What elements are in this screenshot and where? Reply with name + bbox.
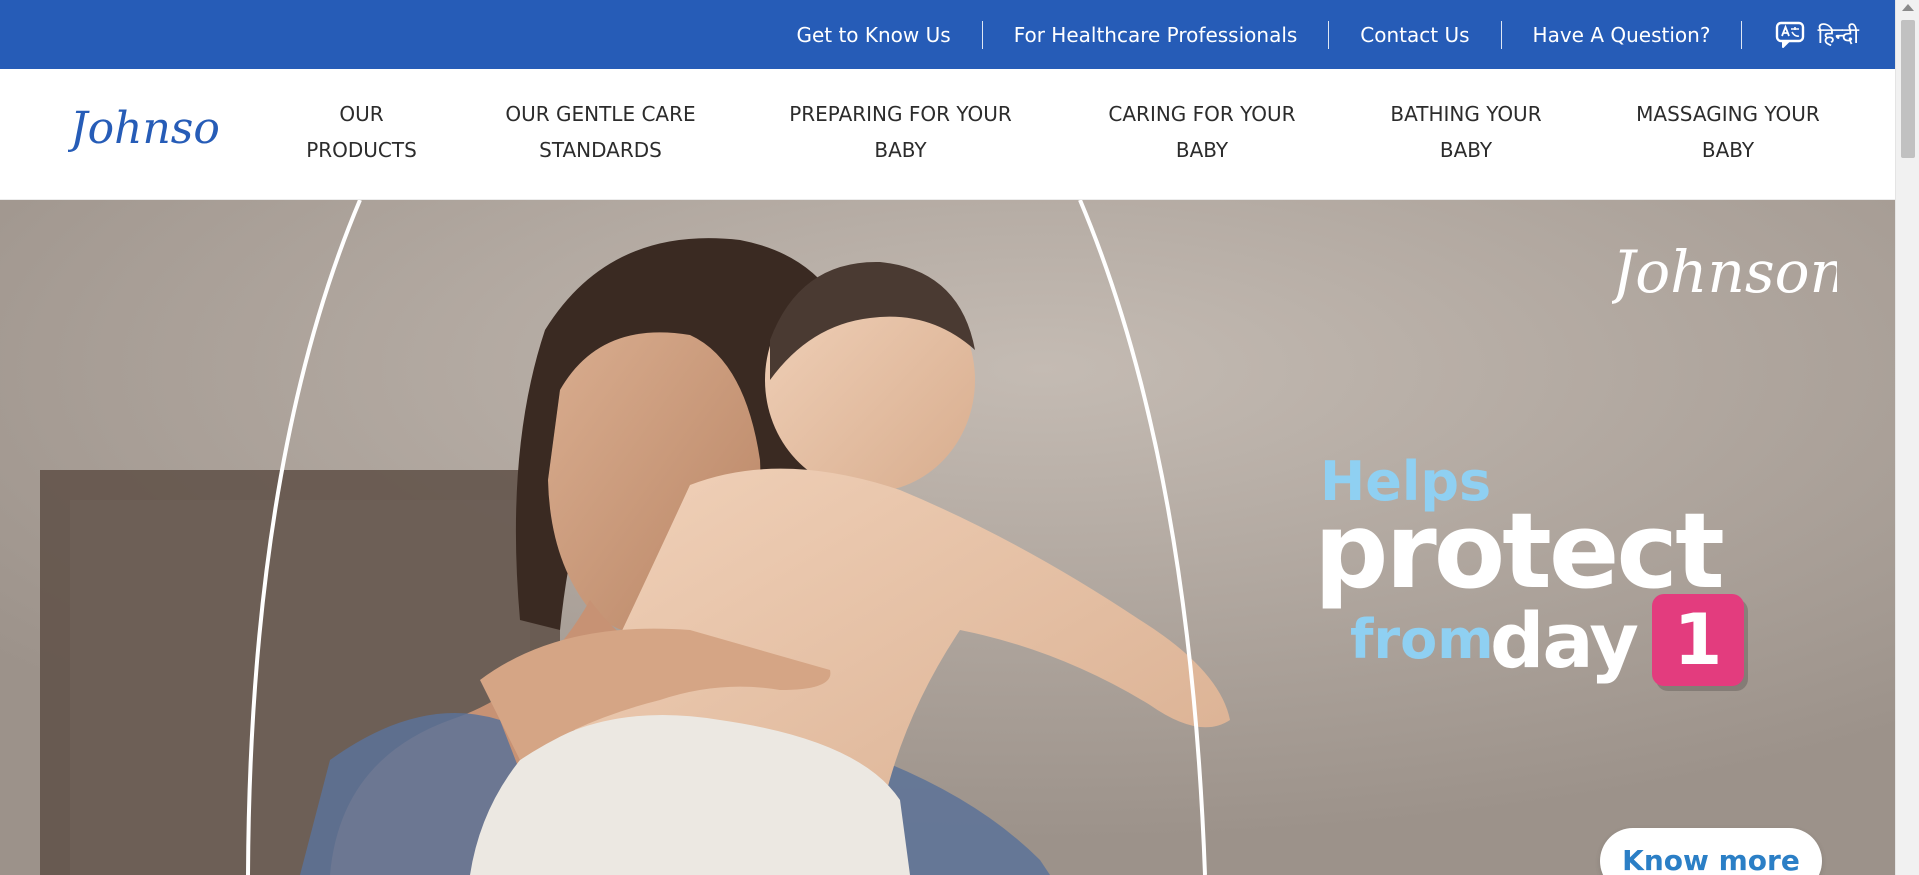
johnsons-logo[interactable]: Johnson's: [68, 97, 223, 163]
have-a-question-link[interactable]: Have A Question?: [1502, 23, 1742, 47]
headline-from: from: [1350, 608, 1494, 671]
nav-label-line: PREPARING FOR YOUR: [789, 102, 1012, 126]
headline-day: day: [1490, 596, 1639, 685]
language-label: हिन्दी: [1817, 23, 1859, 49]
healthcare-professionals-link[interactable]: For Healthcare Professionals: [983, 23, 1329, 47]
nav-label-line: BABY: [874, 138, 927, 162]
brand-logo-text: Johnson's: [68, 103, 223, 154]
nav-label-line: MASSAGING YOUR: [1636, 102, 1820, 126]
hero-johnsons-logo: Johnson's: [1612, 238, 1837, 306]
nav-label-line: PRODUCTS: [306, 138, 417, 162]
know-more-button[interactable]: Know more: [1600, 828, 1822, 875]
nav-label-line: BABY: [1701, 138, 1755, 162]
nav-gentle-care-standards[interactable]: OUR GENTLE CARE STANDARDS: [489, 96, 712, 168]
nav-label-line: OUR: [339, 102, 384, 126]
nav-label-line: BABY: [1175, 138, 1229, 162]
vertical-scrollbar[interactable]: [1895, 0, 1919, 875]
viewport: Get to Know Us For Healthcare Profession…: [0, 0, 1895, 875]
contact-us-link[interactable]: Contact Us: [1329, 23, 1500, 47]
nav-our-products[interactable]: OUR PRODUCTS: [290, 96, 433, 168]
nav-label-line: STANDARDS: [539, 138, 662, 162]
get-to-know-us-link[interactable]: Get to Know Us: [765, 23, 981, 47]
page: Get to Know Us For Healthcare Profession…: [0, 0, 1919, 875]
nav-massaging-baby[interactable]: MASSAGING YOUR BABY: [1618, 96, 1838, 168]
language-translate-icon: [1775, 20, 1807, 50]
nav-caring-for-baby[interactable]: CARING FOR YOUR BABY: [1091, 96, 1313, 168]
scroll-up-arrow-icon[interactable]: [1902, 4, 1914, 11]
language-switch[interactable]: हिन्दी: [1742, 20, 1859, 50]
scrollbar-thumb[interactable]: [1901, 20, 1915, 158]
nav-label-line: CARING FOR YOUR: [1108, 102, 1296, 126]
main-navigation: Johnson's OUR PRODUCTS OUR GENTLE CARE S…: [0, 69, 1895, 200]
hero-banner: Johnson's Helps protect from day 1 Know …: [0, 200, 1895, 875]
hero-logo-text: Johnson's: [1612, 238, 1837, 306]
nav-preparing-for-baby[interactable]: PREPARING FOR YOUR BABY: [768, 96, 1033, 168]
hero-headline: Helps protect from day 1: [1314, 450, 1780, 720]
utility-bar: Get to Know Us For Healthcare Profession…: [0, 0, 1895, 69]
day-one-badge: 1: [1652, 594, 1744, 686]
nav-label-line: OUR GENTLE CARE: [505, 102, 696, 126]
nav-label-line: BATHING YOUR: [1390, 102, 1542, 126]
nav-bathing-baby[interactable]: BATHING YOUR BABY: [1372, 96, 1560, 168]
nav-label-line: BABY: [1439, 138, 1493, 162]
